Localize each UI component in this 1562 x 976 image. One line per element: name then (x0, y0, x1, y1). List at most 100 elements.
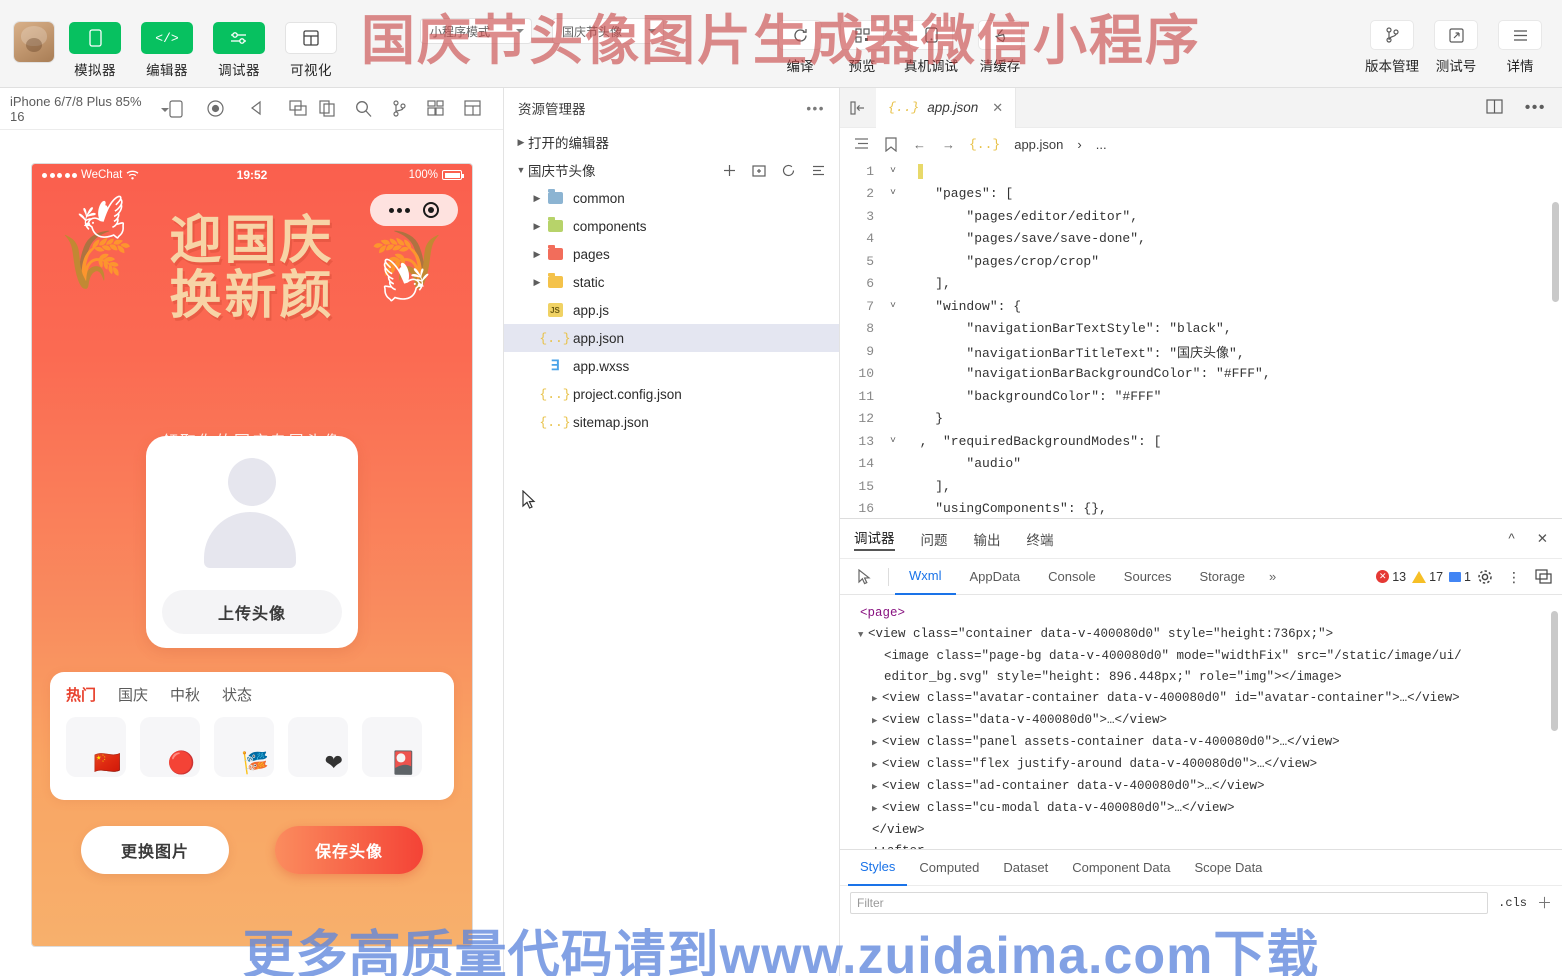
devtools-tab-sources[interactable]: Sources (1110, 560, 1186, 594)
module-simulator[interactable]: 模拟器 (64, 22, 126, 79)
mode-select[interactable]: 小程序模式 (420, 18, 532, 44)
branch-icon[interactable] (392, 100, 407, 117)
action-details[interactable]: 详情 (1490, 20, 1550, 75)
wxml-scrollbar[interactable] (1551, 603, 1558, 841)
search-icon[interactable] (355, 100, 372, 117)
panel-tab-terminal[interactable]: 终端 (1027, 529, 1054, 549)
expand-arrow-icon[interactable]: ▶ (872, 755, 882, 776)
info-badge[interactable]: 1 (1449, 570, 1471, 584)
editor-tab-app-json[interactable]: {..} app.json ✕ (876, 87, 1017, 128)
expand-arrow-icon[interactable]: ▶ (872, 689, 882, 710)
forward-icon[interactable]: → (942, 137, 955, 152)
gear-icon[interactable] (1477, 569, 1493, 585)
module-visualize[interactable]: 可视化 (280, 22, 342, 79)
explorer-more-icon[interactable]: ••• (806, 101, 825, 116)
expand-arrow-icon[interactable]: ▶ (872, 711, 882, 732)
expand-arrow-icon[interactable]: ▶ (872, 799, 882, 820)
element-picker-icon[interactable] (848, 568, 882, 585)
split-editor-icon[interactable] (1486, 98, 1503, 117)
refresh-icon[interactable] (782, 164, 795, 177)
more-tabs-icon[interactable]: » (1259, 569, 1286, 584)
tree-folder-pages[interactable]: ▶ pages (504, 240, 839, 268)
warning-badge[interactable]: 17 (1412, 570, 1443, 584)
asset-item[interactable]: 🔴 (140, 717, 200, 777)
layers-icon[interactable] (464, 100, 481, 117)
devtools-tab-appdata[interactable]: AppData (956, 560, 1035, 594)
expand-arrow-icon[interactable]: ▼ (858, 625, 868, 646)
multi-window-icon[interactable] (289, 99, 307, 118)
close-icon[interactable]: ✕ (992, 100, 1003, 116)
dock-panel-icon[interactable] (1535, 569, 1552, 584)
code-lines[interactable]: 1 ˅ 2 ˅ "pages": [ 3 "pages/editor/editor"… (840, 160, 1562, 518)
components-icon[interactable] (427, 100, 444, 117)
device-select[interactable]: iPhone 6/7/8 Plus 85% 16 (10, 94, 169, 124)
new-file-icon[interactable] (723, 164, 736, 177)
expand-arrow-icon[interactable]: ▶ (872, 733, 882, 754)
module-debugger[interactable]: 调试器 (208, 22, 270, 79)
tree-folder-common[interactable]: ▶ common (504, 184, 839, 212)
action-clear-cache[interactable]: 清缓存 (970, 20, 1030, 75)
panel-tab-problems[interactable]: 问题 (921, 529, 948, 549)
action-real-device-debug[interactable]: 真机调试 (894, 20, 968, 75)
volume-icon[interactable] (248, 100, 265, 118)
asset-item[interactable]: 🎴 (362, 717, 422, 777)
project-select[interactable]: 国庆节头像 (552, 18, 664, 44)
styles-tab-component-data[interactable]: Component Data (1060, 851, 1182, 885)
action-version-control[interactable]: 版本管理 (1362, 20, 1422, 75)
cls-button[interactable]: .cls (1498, 896, 1527, 910)
tree-folder-components[interactable]: ▶ components (504, 212, 839, 240)
open-editors-section[interactable]: ▶ 打开的编辑器 (504, 128, 839, 156)
panel-tab-output[interactable]: 输出 (974, 529, 1001, 549)
expand-arrow-icon[interactable]: ▶ (872, 777, 882, 798)
record-icon[interactable] (207, 99, 224, 118)
devtools-tab-storage[interactable]: Storage (1186, 560, 1260, 594)
category-tab-hot[interactable]: 热门 (66, 684, 96, 705)
fold-toggle-icon[interactable]: ˅ (882, 166, 904, 177)
breadcrumb-file[interactable]: app.json (1014, 137, 1063, 152)
fold-toggle-icon[interactable]: ˅ (882, 436, 904, 447)
action-compile[interactable]: 编译 (770, 20, 830, 75)
module-editor[interactable]: </> 编辑器 (136, 22, 198, 79)
outline-icon[interactable] (854, 137, 869, 152)
avatar-upload-card[interactable]: 上传头像 (146, 436, 358, 648)
upload-avatar-button[interactable]: 上传头像 (162, 590, 342, 634)
close-panel-icon[interactable]: ✕ (1537, 531, 1548, 547)
asset-item[interactable]: 🎏 (214, 717, 274, 777)
breadcrumb-more[interactable]: ... (1096, 137, 1107, 152)
tree-file-app-json[interactable]: {..} app.json (504, 324, 839, 352)
styles-tab-styles[interactable]: Styles (848, 850, 908, 886)
devtools-tab-console[interactable]: Console (1034, 560, 1110, 594)
rotate-device-icon[interactable] (169, 99, 183, 118)
collapse-all-icon[interactable] (811, 164, 825, 177)
asset-item[interactable]: 🇨🇳 (66, 717, 126, 777)
tree-file-sitemap[interactable]: {..} sitemap.json (504, 408, 839, 436)
wxml-tree[interactable]: <page> ▼ <view class="container data-v-40… (840, 595, 1562, 849)
collapse-sidebar-icon[interactable] (840, 100, 876, 115)
category-tab-status[interactable]: 状态 (222, 684, 252, 705)
copy-icon[interactable] (319, 100, 335, 117)
editor-scrollbar[interactable] (1552, 202, 1559, 302)
styles-tab-scope-data[interactable]: Scope Data (1182, 851, 1274, 885)
add-rule-icon[interactable]: ＋ (1537, 892, 1552, 913)
action-preview[interactable]: 预览 (832, 20, 892, 75)
styles-tab-computed[interactable]: Computed (907, 851, 991, 885)
editor-more-icon[interactable]: ••• (1525, 99, 1546, 117)
tree-folder-static[interactable]: ▶ static (504, 268, 839, 296)
error-badge[interactable]: ✕ 13 (1376, 570, 1406, 584)
kebab-menu-icon[interactable]: ⋮ (1507, 570, 1521, 584)
collapse-panel-icon[interactable]: ^ (1508, 531, 1514, 547)
project-section[interactable]: ▼ 国庆节头像 (504, 156, 839, 184)
fold-toggle-icon[interactable]: ˅ (882, 188, 904, 199)
styles-filter-input[interactable]: Filter (850, 891, 1489, 914)
panel-tab-debugger[interactable]: 调试器 (854, 527, 895, 551)
bookmark-icon[interactable] (885, 136, 897, 152)
tree-file-project-config[interactable]: {..} project.config.json (504, 380, 839, 408)
tree-file-app-wxss[interactable]: ∃ app.wxss (504, 352, 839, 380)
asset-item[interactable]: ❤ (288, 717, 348, 777)
user-avatar[interactable] (14, 22, 54, 62)
category-tab-national[interactable]: 国庆 (118, 684, 148, 705)
change-image-button[interactable]: 更换图片 (81, 826, 229, 874)
category-tab-midautumn[interactable]: 中秋 (170, 684, 200, 705)
back-icon[interactable]: ← (913, 137, 926, 152)
save-avatar-button[interactable]: 保存头像 (275, 826, 423, 874)
